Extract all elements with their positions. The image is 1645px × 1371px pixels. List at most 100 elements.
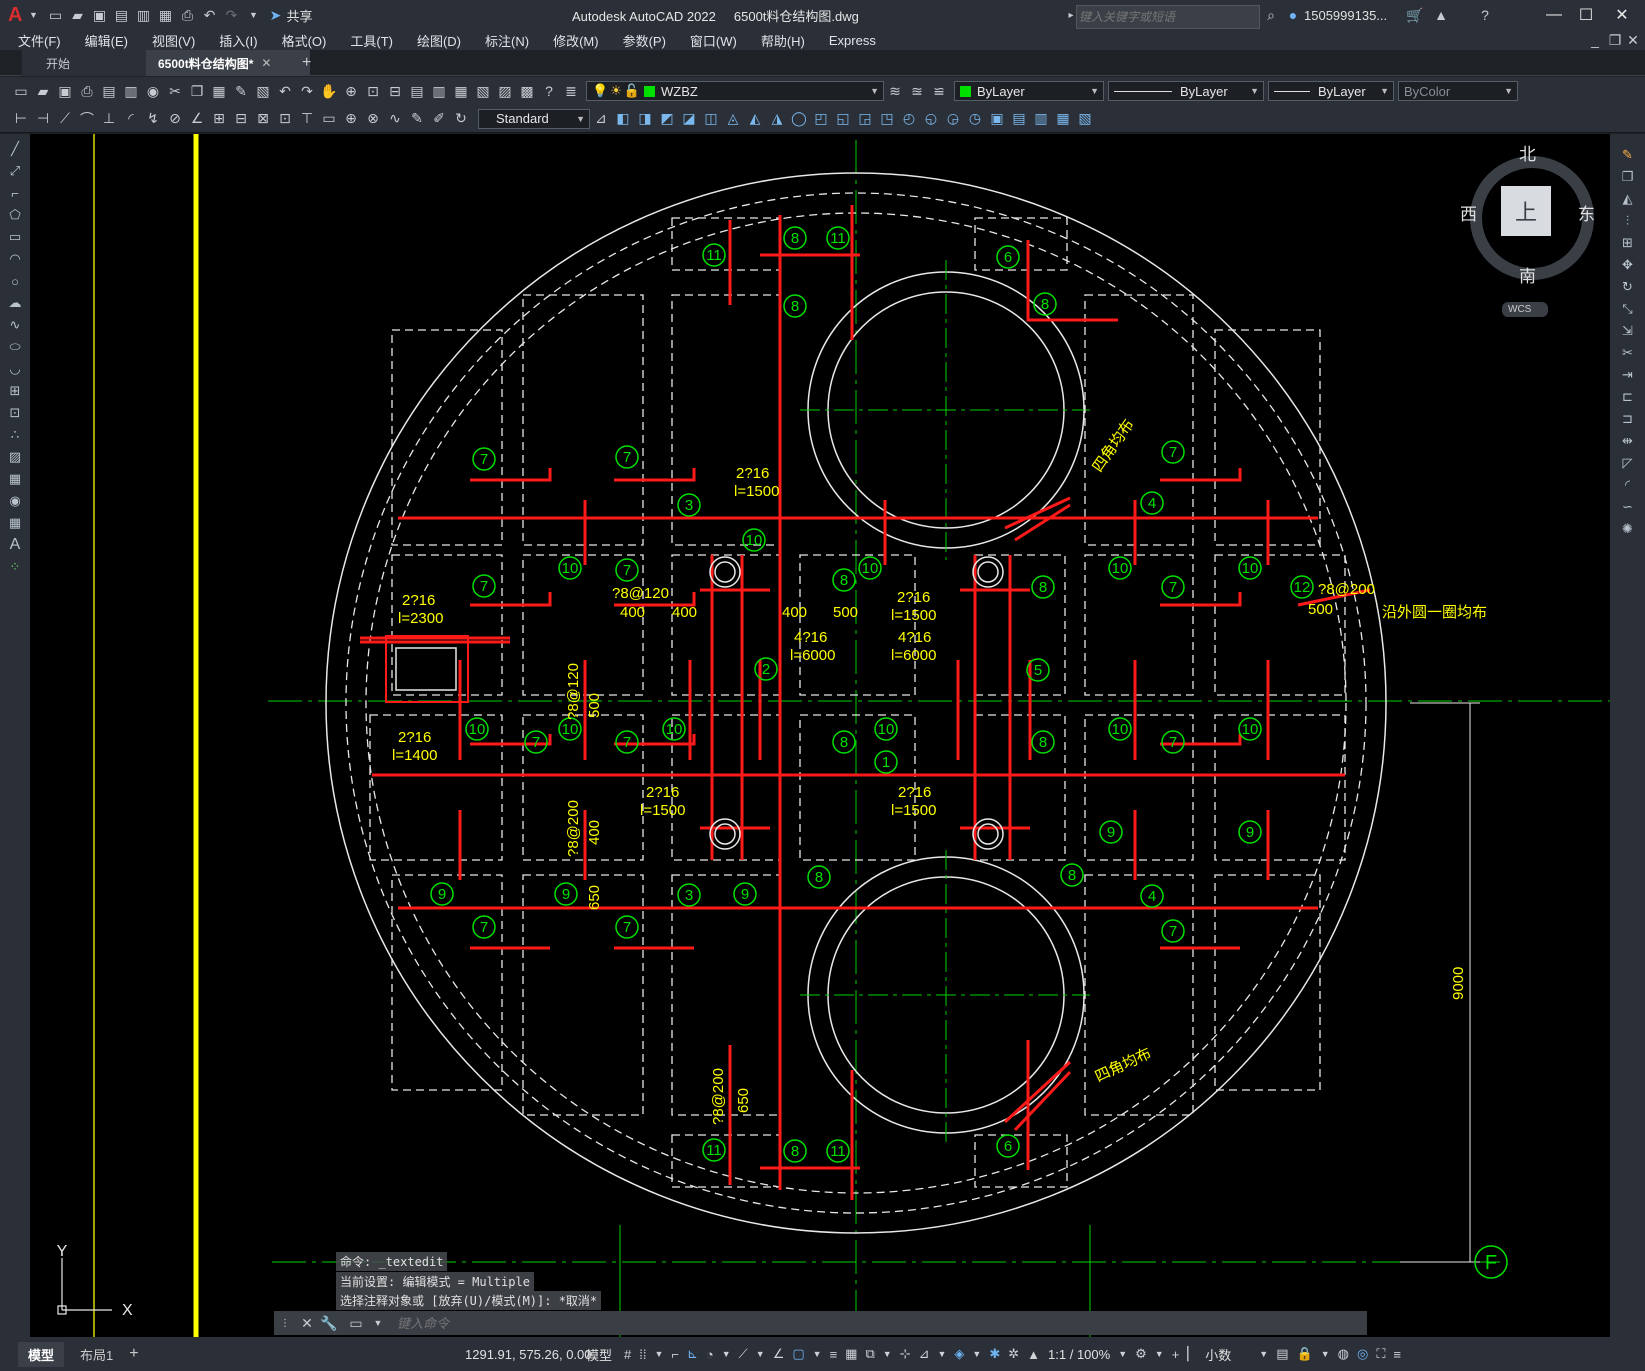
offset-icon[interactable]: ⫶ (1617, 210, 1639, 232)
qnew-icon[interactable]: ▭ (11, 81, 31, 101)
dim-break-icon[interactable]: ⊤ (297, 109, 317, 129)
doc-restore-icon[interactable]: ❐ (1605, 30, 1625, 50)
copy-object-icon[interactable]: ❐ (1617, 166, 1639, 188)
customization-icon[interactable]: ≡ (1393, 1347, 1401, 1362)
dim-continue-icon[interactable]: ⊠ (253, 109, 273, 129)
clean-screen-icon[interactable]: ⛶ (1376, 1346, 1385, 1362)
open-icon[interactable]: ▰ (33, 81, 53, 101)
scale-icon[interactable]: ⤡ (1617, 298, 1639, 320)
cone-icon[interactable]: ◩ (657, 109, 677, 129)
dim-radius-icon[interactable]: ◜ (121, 109, 141, 129)
array-icon[interactable]: ⊞ (1617, 232, 1639, 254)
blend-icon[interactable]: ∽ (1617, 496, 1639, 518)
sheet-set-icon[interactable]: ▧ (473, 81, 493, 101)
line-icon[interactable]: ╱ (4, 138, 26, 160)
new-file-icon[interactable]: ▭ (45, 5, 65, 25)
close-icon[interactable]: ✕ (297, 1313, 317, 1333)
wedge-icon[interactable]: ◨ (635, 109, 655, 129)
dim-linear-icon[interactable]: ⊣ (33, 109, 53, 129)
object-snap-icon[interactable]: ▢ (792, 1346, 804, 1362)
dim-ordinate-icon[interactable]: ⊥ (99, 109, 119, 129)
polar-icon[interactable]: ◔ (706, 1347, 714, 1362)
help-icon[interactable]: ? (1475, 5, 1495, 25)
menu-draw[interactable]: 绘图(D) (417, 31, 461, 50)
dim-text-edit-icon[interactable]: ✐ (429, 109, 449, 129)
redo-icon[interactable]: ↷ (221, 5, 241, 25)
menu-help[interactable]: 帮助(H) (761, 31, 805, 50)
preview-icon[interactable]: ▤ (99, 81, 119, 101)
viewcube-face-top[interactable]: 上 (1501, 186, 1551, 236)
extend-icon[interactable]: ⇥ (1617, 364, 1639, 386)
auto-scale-icon[interactable]: ✲ (1008, 1346, 1019, 1362)
publish-icon[interactable]: ▥ (121, 81, 141, 101)
lock-ui-icon[interactable]: 🔒 (1297, 1346, 1313, 1362)
table-icon[interactable]: ▦ (4, 512, 26, 534)
chevron-down-icon[interactable]: ▼ (1321, 1349, 1330, 1359)
ortho-icon[interactable]: ⊾ (687, 1346, 698, 1362)
isolate-objects-icon[interactable]: ◍ (1338, 1346, 1349, 1362)
circle-icon[interactable]: ○ (4, 270, 26, 292)
user-icon[interactable]: ● (1283, 5, 1303, 25)
design-center-icon[interactable]: ▥ (429, 81, 449, 101)
open-web-icon[interactable]: ▥ (133, 5, 153, 25)
insert-block-icon[interactable]: ⊞ (4, 380, 26, 402)
layer-properties-icon[interactable]: ≣ (561, 81, 581, 101)
menu-format[interactable]: 格式(O) (282, 31, 327, 50)
text-style-dropdown[interactable]: Standard ▼ (478, 108, 590, 129)
zoom-previous-icon[interactable]: ⊟ (385, 81, 405, 101)
polygon-icon[interactable]: ⬠ (4, 204, 26, 226)
intersect-icon[interactable]: ◴ (899, 109, 919, 129)
model-space-button[interactable]: 模型 (586, 1345, 612, 1364)
object-snap-tracking-icon[interactable]: ∠ (773, 1346, 785, 1362)
menu-view[interactable]: 视图(V) (152, 31, 195, 50)
grip-icon[interactable]: ⋮ (275, 1313, 295, 1333)
dim-update-icon[interactable]: ↻ (451, 109, 471, 129)
coordinates-readout[interactable]: 1291.91, 575.26, 0.00 (465, 1347, 592, 1362)
recent-commands-icon[interactable]: ▭ (346, 1313, 366, 1333)
search-icon[interactable]: ⌕ (1261, 5, 1281, 25)
workspace-gear-icon[interactable]: ⚙ (1135, 1346, 1147, 1362)
chevron-down-icon[interactable]: ▼ (1259, 1349, 1268, 1359)
menu-insert[interactable]: 插入(I) (219, 31, 257, 50)
layer-state-icon[interactable]: ≌ (929, 81, 949, 101)
new-tab-button[interactable]: + (290, 50, 323, 76)
section-plane-icon[interactable]: ◷ (965, 109, 985, 129)
save-icon[interactable]: ▣ (89, 5, 109, 25)
isodraft-icon[interactable]: ⟋ (739, 1346, 748, 1362)
help-icon[interactable]: ? (539, 81, 559, 101)
dim-space-icon[interactable]: ⊡ (275, 109, 295, 129)
markup-icon[interactable]: ▨ (495, 81, 515, 101)
fillet-icon[interactable]: ◜ (1617, 474, 1639, 496)
polyline-icon[interactable]: ⌐ (4, 182, 26, 204)
chevron-down-icon[interactable]: ▼ (883, 1349, 892, 1359)
gradient-icon[interactable]: ▦ (4, 468, 26, 490)
revcloud-icon[interactable]: ☁ (4, 292, 26, 314)
polysolid-icon[interactable]: ▤ (1009, 109, 1029, 129)
customize-icon[interactable]: 🔧 (319, 1313, 339, 1333)
block-editor-icon[interactable]: ▧ (253, 81, 273, 101)
lock-icon[interactable]: 🔓 (624, 83, 640, 99)
3dprint-icon[interactable]: ◉ (143, 81, 163, 101)
menu-window[interactable]: 窗口(W) (690, 31, 737, 50)
chevron-down-icon[interactable]: ▼ (972, 1349, 981, 1359)
menu-modify[interactable]: 修改(M) (553, 31, 599, 50)
selection-cycling-icon[interactable]: ⧉ (865, 1346, 874, 1362)
plot-icon[interactable]: ⎙ (177, 5, 197, 25)
hardware-acceleration-icon[interactable]: ◎ (1357, 1346, 1368, 1362)
lineweight-icon[interactable]: ≡ (830, 1347, 838, 1362)
layer-previous-icon[interactable]: ≊ (907, 81, 927, 101)
make-block-icon[interactable]: ⊡ (4, 402, 26, 424)
dim-jogged-icon[interactable]: ↯ (143, 109, 163, 129)
units-value[interactable]: 小数 (1205, 1345, 1231, 1364)
mirror-icon[interactable]: ◭ (1617, 188, 1639, 210)
rectangle-icon[interactable]: ▭ (4, 226, 26, 248)
command-input[interactable] (395, 1312, 1367, 1334)
pan-icon[interactable]: ✋ (319, 81, 339, 101)
undo-icon[interactable]: ↶ (275, 81, 295, 101)
hatch-icon[interactable]: ▨ (4, 446, 26, 468)
dim-style-icon[interactable]: ⊿ (591, 109, 611, 129)
erase-icon[interactable]: ✎ (1617, 144, 1639, 166)
drawing-canvas[interactable]: 8 8 11 11 6 8 7 7 3 7 4 10 10 7 7 8 10 8… (0, 134, 1645, 1337)
tool-palettes-icon[interactable]: ▦ (451, 81, 471, 101)
zoom-window-icon[interactable]: ⊡ (363, 81, 383, 101)
